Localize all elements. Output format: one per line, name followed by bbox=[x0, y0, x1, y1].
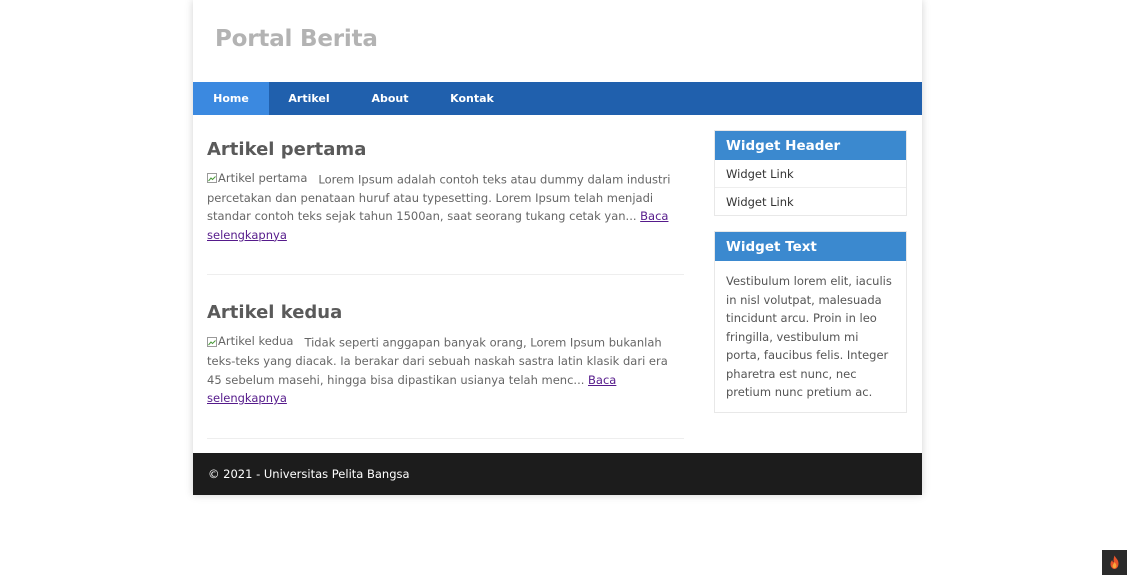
sidebar: Widget Header Widget Link Widget Link Wi… bbox=[714, 130, 907, 413]
article-image: Artikel pertama bbox=[207, 169, 307, 188]
article-excerpt: Artikel pertama Lorem Ipsum adalah conto… bbox=[207, 169, 684, 244]
widget-text-body: Vestibulum lorem elit, iaculis in nisl v… bbox=[726, 274, 892, 399]
footer-copyright: © 2021 - Universitas Pelita Bangsa bbox=[208, 467, 410, 481]
nav-item-artikel[interactable]: Artikel bbox=[288, 82, 329, 115]
site-footer: © 2021 - Universitas Pelita Bangsa bbox=[193, 453, 922, 495]
widget-header: Widget Header bbox=[715, 131, 906, 160]
broken-image-icon bbox=[207, 336, 217, 347]
article-excerpt: Artikel kedua Tidak seperti anggapan ban… bbox=[207, 332, 684, 407]
article-item: Artikel pertama Artikel pertama Lorem Ip… bbox=[207, 115, 684, 276]
article-title[interactable]: Artikel pertama bbox=[207, 139, 684, 160]
main-content: Artikel pertama Artikel pertama Lorem Ip… bbox=[207, 115, 684, 439]
article-image-alt: Artikel pertama bbox=[218, 171, 308, 185]
widget-text: Widget Text Vestibulum lorem elit, iacul… bbox=[714, 231, 907, 413]
widget-links: Widget Header Widget Link Widget Link bbox=[714, 130, 907, 216]
main-nav: Home Artikel About Kontak bbox=[193, 82, 922, 115]
nav-item-about[interactable]: About bbox=[371, 82, 408, 115]
widget-link[interactable]: Widget Link bbox=[715, 187, 906, 215]
article-title[interactable]: Artikel kedua bbox=[207, 302, 684, 323]
article-image: Artikel kedua bbox=[207, 332, 293, 351]
site-title[interactable]: Portal Berita bbox=[215, 26, 378, 52]
widget-text-header: Widget Text bbox=[715, 232, 906, 261]
page-container: Portal Berita Home Artikel About Kontak … bbox=[193, 0, 922, 495]
article-item: Artikel kedua Artikel kedua Tidak sepert… bbox=[207, 275, 684, 439]
article-image-alt: Artikel kedua bbox=[218, 334, 294, 349]
widget-link[interactable]: Widget Link bbox=[715, 160, 906, 187]
flame-icon bbox=[1110, 555, 1119, 569]
nav-item-kontak[interactable]: Kontak bbox=[450, 82, 494, 115]
debug-toolbar-button[interactable] bbox=[1102, 550, 1127, 575]
site-header: Portal Berita bbox=[193, 0, 922, 82]
nav-item-home[interactable]: Home bbox=[193, 82, 269, 115]
broken-image-icon bbox=[207, 173, 217, 184]
